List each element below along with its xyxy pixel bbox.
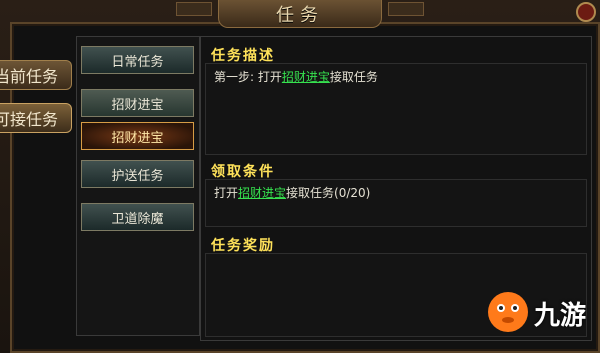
watermark-text: 九游 [534, 301, 587, 331]
quest-escort[interactable]: 护送任务 [81, 160, 194, 188]
quest-list: 日常任务 招财进宝 招财进宝 护送任务 卫道除魔 [76, 36, 200, 336]
window-title: 任务 [218, 0, 382, 28]
requirements-line: 打开招财进宝接取任务(0/20) [214, 184, 370, 201]
tab-label: 当前任务 [0, 67, 59, 86]
quest-demon-slaying[interactable]: 卫道除魔 [81, 203, 194, 231]
requirements-prefix: 打开 [214, 186, 239, 200]
description-prefix: 第一步: 打开 [214, 70, 282, 84]
description-line: 第一步: 打开招财进宝接取任务 [214, 68, 378, 85]
description-heading: 任务描述 [211, 48, 275, 64]
requirements-suffix: 接取任务(0/20) [286, 186, 371, 200]
quest-zhaocai-2[interactable]: 招财进宝 [81, 122, 194, 150]
title-ornament-left [176, 2, 212, 16]
quest-daily[interactable]: 日常任务 [81, 46, 194, 74]
description-link[interactable]: 招财进宝 [282, 70, 330, 84]
tab-available-quests[interactable]: 可接任务 [0, 103, 72, 133]
requirements-heading: 领取条件 [211, 164, 275, 180]
tab-current-quests[interactable]: 当前任务 [0, 60, 72, 90]
title-ornament-right [388, 2, 424, 16]
tab-label: 可接任务 [0, 110, 59, 129]
quest-zhaocai-1[interactable]: 招财进宝 [81, 89, 194, 117]
requirements-box: 打开招财进宝接取任务(0/20) [205, 179, 587, 227]
close-button[interactable] [576, 2, 596, 22]
rewards-heading: 任务奖励 [211, 238, 275, 254]
requirements-link[interactable]: 招财进宝 [238, 186, 286, 200]
description-suffix: 接取任务 [329, 70, 378, 84]
description-box: 第一步: 打开招财进宝接取任务 [205, 63, 587, 155]
